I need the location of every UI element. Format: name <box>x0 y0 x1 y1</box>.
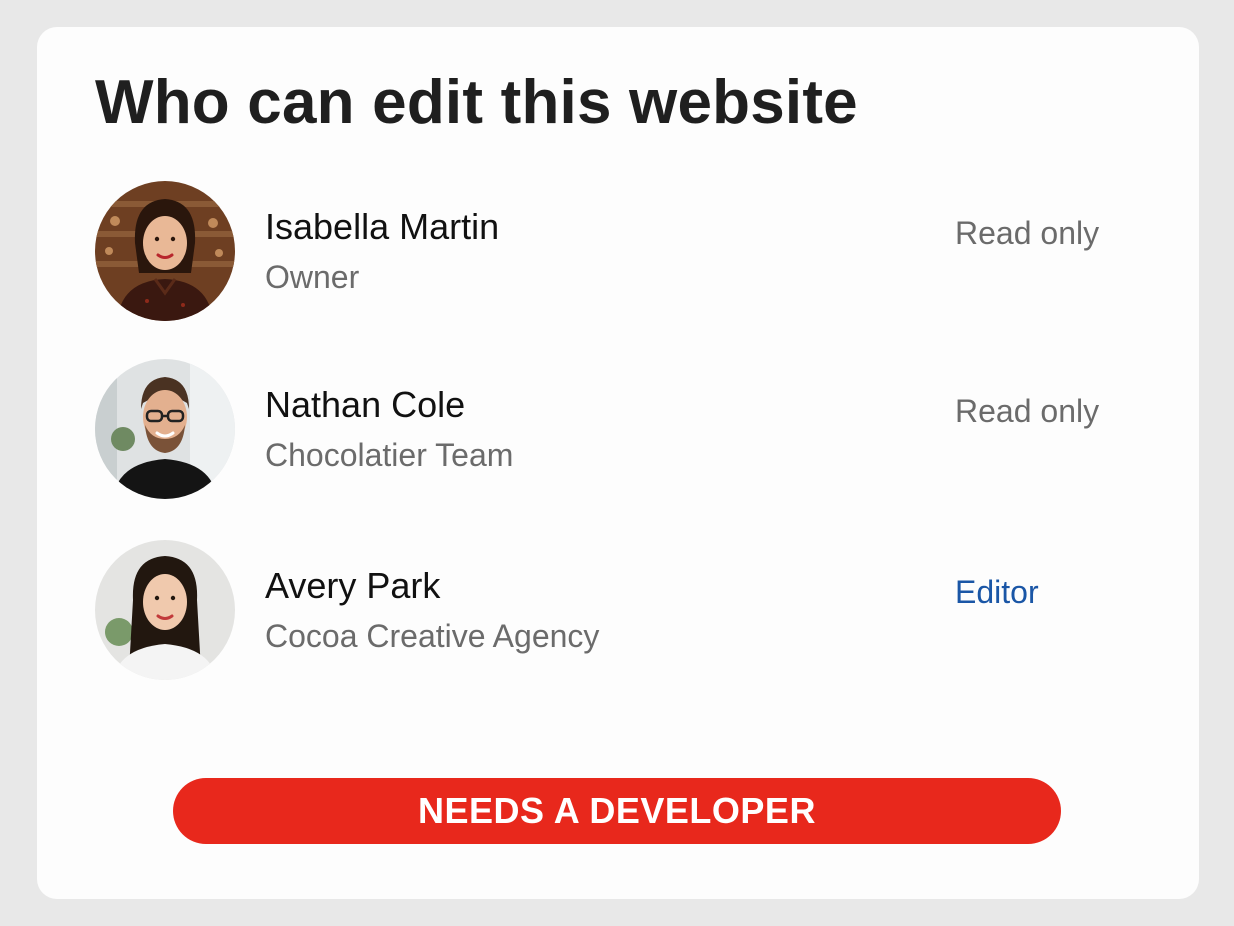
member-role: Owner <box>265 259 360 295</box>
member-name: Avery Park <box>265 565 441 606</box>
access-card: Who can edit this website Isabella Marti… <box>37 27 1199 899</box>
editor-permission-link[interactable]: Editor <box>955 572 1039 612</box>
permission-label[interactable]: Read only <box>955 391 1099 431</box>
member-name: Nathan Cole <box>265 384 466 425</box>
member-row-nathan-cole: Nathan Cole Chocolatier Team Read only <box>95 359 1105 499</box>
avatar <box>95 359 235 499</box>
member-team: Chocolatier Team <box>265 437 514 473</box>
permission-label[interactable]: Read only <box>955 213 1099 253</box>
member-name: Isabella Martin <box>265 206 500 247</box>
avatar <box>95 540 235 680</box>
member-organization: Cocoa Creative Agency <box>265 618 600 654</box>
page-title: Who can edit this website <box>95 68 858 137</box>
member-row-isabella-martin: Isabella Martin Owner Read only <box>95 181 1105 321</box>
avatar <box>95 181 235 321</box>
needs-developer-button[interactable]: NEEDS A DEVELOPER <box>173 778 1061 844</box>
member-row-avery-park: Avery Park Cocoa Creative Agency Editor <box>95 540 1105 680</box>
